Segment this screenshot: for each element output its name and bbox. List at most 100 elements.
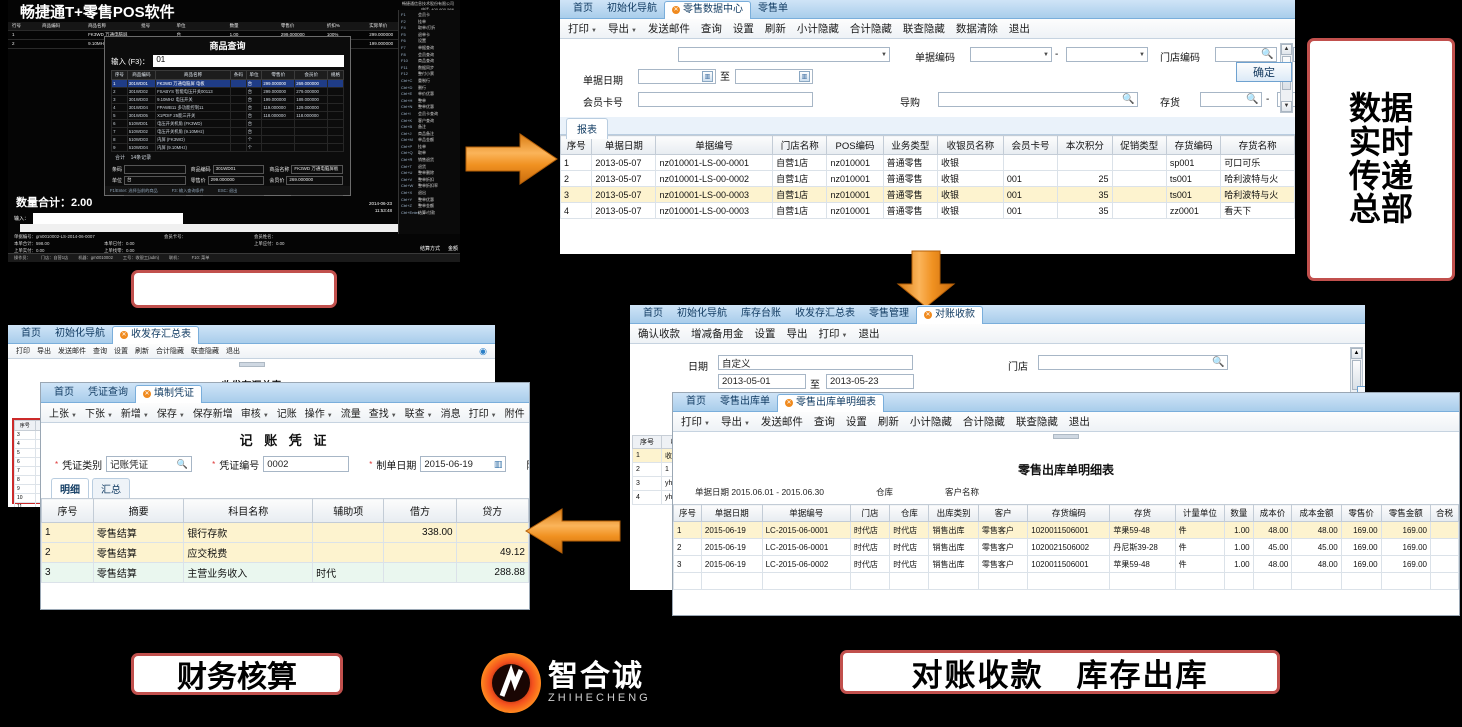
w4-subtab-1[interactable]: 汇总	[92, 478, 130, 498]
w4-menu-item-6[interactable]: 记账	[277, 405, 297, 420]
search-icon[interactable]: 🔍	[177, 459, 188, 470]
pos-function-key-20[interactable]: Ctrl+P 挂单	[401, 144, 458, 151]
scroll-up-icon[interactable]: ▲	[1351, 348, 1362, 359]
pos-function-key-4[interactable]: F6 设置	[401, 38, 458, 45]
calendar-icon[interactable]: ▥	[799, 71, 810, 82]
pos-input-field[interactable]	[33, 213, 184, 224]
w2-menu-item-7[interactable]: 合计隐藏	[850, 21, 892, 36]
w2-store-code-to[interactable]: 🔍	[1293, 47, 1295, 62]
close-icon[interactable]: ✕	[924, 311, 932, 319]
w4-subtab-0[interactable]: 明细	[51, 478, 89, 498]
w4-menu-item-7[interactable]: 操作 ▼	[305, 405, 333, 420]
w6-table-row[interactable]: 1 2015-06-19 LC-2015-06-0001 时代店 时代店 销售出库 零售客户…	[673, 521, 1459, 539]
close-icon[interactable]: ✕	[143, 390, 151, 398]
w4-menu-item-2[interactable]: 新增 ▼	[121, 405, 149, 420]
w2-report-tab[interactable]: 报表	[566, 118, 608, 139]
w4-menu-item-8[interactable]: 流量	[341, 405, 361, 420]
w3-menu-item-6[interactable]: 合计隐藏	[156, 346, 184, 356]
pos-function-key-29[interactable]: Ctrl+Z 整单金额	[401, 203, 458, 210]
pos-function-key-19[interactable]: Ctrl+M 单品金额	[401, 137, 458, 144]
pos-function-key-26[interactable]: Ctrl+W 整单折扣率	[401, 183, 458, 190]
pos-function-key-2[interactable]: F4 取单/打折	[401, 25, 458, 32]
calendar-icon[interactable]: ▥	[702, 71, 713, 82]
close-icon[interactable]: ✕	[672, 6, 680, 14]
pos-function-key-0[interactable]: F1 会员卡	[401, 12, 458, 19]
w2-store-code-from[interactable]: 🔍	[1215, 47, 1277, 62]
w5-date-mode-select[interactable]: 自定义	[718, 355, 913, 370]
close-icon[interactable]: ✕	[120, 331, 128, 339]
product-field-value[interactable]: FK3WD 万通电脑屏板	[291, 165, 343, 174]
w2-tab-0[interactable]: 首页	[566, 1, 600, 18]
pos-function-key-3[interactable]: F5 退单卡	[401, 32, 458, 39]
w3-menu-item-8[interactable]: 退出	[226, 346, 240, 356]
w5-menu-item-1[interactable]: 增减备用金	[691, 326, 744, 341]
w5-date-to[interactable]: 2013-05-23	[826, 374, 914, 389]
w2-doc-date-from[interactable]: ▥	[638, 69, 716, 84]
w4-menu-item-1[interactable]: 下张 ▼	[85, 405, 113, 420]
w6-menu-item-8[interactable]: 联查隐藏	[1016, 414, 1058, 429]
w4-field-2[interactable]: * 制单日期 2015-06-19 ▥	[369, 456, 507, 472]
w2-menu-item-4[interactable]: 设置	[733, 21, 754, 36]
w5-date-from[interactable]: 2013-05-01	[718, 374, 806, 389]
w2-menu-item-2[interactable]: 发送邮件	[648, 21, 690, 36]
product-query-input[interactable]: 01	[153, 55, 344, 67]
product-field-value[interactable]	[124, 165, 186, 174]
w2-doc-no-from[interactable]: ▼	[970, 47, 1052, 62]
pos-function-key-27[interactable]: Ctrl+X 退出	[401, 190, 458, 197]
w3-menu-item-4[interactable]: 设置	[114, 346, 128, 356]
pos-function-key-17[interactable]: Ctrl+B 备注	[401, 124, 458, 131]
w6-table-row[interactable]: 2 2015-06-19 LC-2015-06-0001 时代店 时代店 销售出库 零售客户…	[673, 538, 1459, 556]
w2-table-row[interactable]: 3 2013-05-07 nz010001-LS-00-0003 自营1店 nz0100…	[560, 186, 1295, 203]
calendar-icon[interactable]: ▥	[494, 459, 503, 470]
w6-detail-table[interactable]: 序号 单据日期 单据编号 门店 仓库 出库类别 客户 存货编码 存货 计量单位 数量 成本价 成本金额零…	[673, 504, 1459, 590]
w5-menubar[interactable]: 确认收款 增减备用金 设置 导出 打印 ▼ 退出	[630, 324, 1365, 344]
pos-function-key-24[interactable]: Ctrl+U 整单删除	[401, 170, 458, 177]
w2-table-row[interactable]: 1 2013-05-07 nz010001-LS-00-0001 自营1店 nz0100…	[560, 154, 1295, 171]
pos-function-key-7[interactable]: F10 商品查询	[401, 58, 458, 65]
pos-function-key-14[interactable]: Ctrl+N 整单优惠	[401, 104, 458, 111]
w6-menu-item-7[interactable]: 合计隐藏	[963, 414, 1005, 429]
product-field-value[interactable]: 299.000000	[207, 176, 265, 185]
w3-tab-2[interactable]: ✕ 收发存汇总表	[112, 326, 199, 344]
w4-tabbar[interactable]: 首页 凭证查询 ✕ 填制凭证	[41, 383, 529, 403]
product-query-row[interactable]: 2 301WD02 FSABYS 智能电压开关00113 台 299.000000 279…	[111, 87, 344, 96]
w3-menu-item-0[interactable]: 打印	[16, 346, 30, 356]
w2-tab-2[interactable]: ✕ 零售数据中心	[664, 1, 751, 19]
w2-menu-item-6[interactable]: 小计隐藏	[797, 21, 839, 36]
w2-doc-type-select[interactable]: ▼	[678, 47, 890, 62]
w4-menu-item-10[interactable]: 联查 ▼	[405, 405, 433, 420]
product-query-row[interactable]: 8 510WD03 内屏 (FK3WD) 个	[111, 135, 344, 144]
w6-table-row[interactable]	[673, 572, 1459, 590]
product-query-row[interactable]: 1 301WD01 FK3WD 万通电脑屏 电板 台 299.000000 269.000…	[111, 79, 344, 88]
w4-field-input[interactable]: 记账凭证 🔍	[106, 456, 193, 472]
w6-menubar[interactable]: 打印 ▼ 导出 ▼ 发送邮件 查询 设置 刷新 小计隐藏 合计隐藏 联查隐藏 退出	[673, 412, 1459, 432]
w2-guide-input[interactable]: 🔍	[938, 92, 1138, 107]
product-field-value[interactable]: 301WD01	[212, 165, 265, 174]
pos-function-key-15[interactable]: Ctrl+I 会员卡查询	[401, 111, 458, 118]
w2-menubar[interactable]: 打印 ▼ 导出 ▼ 发送邮件 查询 设置 刷新 小计隐藏 合计隐藏 联查隐藏 数据清除 退出	[560, 19, 1295, 39]
product-query-row[interactable]: 7 510WD02 电压开关机角 (9.10MHz) 台	[111, 127, 344, 136]
w4-menubar[interactable]: 上张▼下张▼新增▼保存▼保存新增审核▼记账操作▼流量查找▼联查▼消息打印▼附件退…	[41, 403, 529, 423]
pos-function-key-5[interactable]: F7 单据查询	[401, 45, 458, 52]
w3-tab-1[interactable]: 初始化导航	[48, 326, 112, 343]
w4-field-input[interactable]: 2015-06-19 ▥	[420, 456, 507, 472]
w2-confirm-button[interactable]: 确定	[1236, 62, 1292, 82]
search-icon[interactable]: 🔍	[1246, 94, 1258, 106]
w2-menu-item-10[interactable]: 退出	[1009, 21, 1030, 36]
w3-menubar[interactable]: 打印 导出 发送邮件 查询 设置 刷新 合计隐藏 联查隐藏 退出 ◉	[8, 344, 495, 359]
pos-function-key-9[interactable]: F12 整付小票	[401, 71, 458, 78]
close-icon[interactable]: ✕	[785, 399, 793, 407]
w4-field-1[interactable]: * 凭证编号 0002	[212, 456, 350, 472]
w4-tab-1[interactable]: 凭证查询	[81, 385, 135, 402]
w5-tabbar[interactable]: 首页 初始化导航 库存台账 收发存汇总表 零售管理 ✕ 对账收款	[630, 305, 1365, 324]
product-query-row[interactable]: 5 301WD05 X1PDIF 25能三开关台 118.000000 118.0000…	[111, 111, 344, 120]
w4-field-input[interactable]: 0002	[263, 456, 350, 472]
w2-member-card-input[interactable]	[638, 92, 813, 107]
w2-menu-item-5[interactable]: 刷新	[765, 21, 786, 36]
w6-menu-item-4[interactable]: 设置	[846, 414, 867, 429]
product-field-value[interactable]: 269.000000	[286, 176, 343, 185]
w3-menu-item-7[interactable]: 联查隐藏	[191, 346, 219, 356]
w6-table-row[interactable]: 3 2015-06-19 LC-2015-06-0002 时代店 时代店 销售出库 零售客户…	[673, 555, 1459, 573]
w6-menu-item-3[interactable]: 查询	[814, 414, 835, 429]
w3-menu-item-5[interactable]: 刷新	[135, 346, 149, 356]
